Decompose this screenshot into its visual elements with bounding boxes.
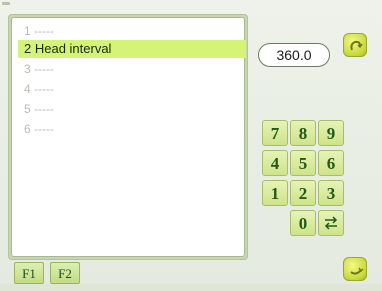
list-item[interactable]: 4 ----- bbox=[18, 80, 244, 98]
key-6[interactable]: 6 bbox=[318, 150, 344, 176]
key-8[interactable]: 8 bbox=[290, 120, 316, 146]
parameter-list-panel: 1 ----- 2 Head interval 3 ----- 4 ----- … bbox=[8, 14, 248, 260]
tab-f1[interactable]: F1 bbox=[14, 262, 44, 284]
enter-arrows-icon bbox=[324, 216, 338, 230]
list-item-selected[interactable]: 2 Head interval bbox=[18, 40, 246, 58]
value-display[interactable]: 360.0 bbox=[258, 43, 330, 67]
corner-mark bbox=[2, 2, 10, 5]
tab-f2[interactable]: F2 bbox=[50, 262, 80, 284]
back-curl-icon bbox=[350, 267, 364, 275]
list-item[interactable]: 3 ----- bbox=[18, 60, 244, 78]
key-2[interactable]: 2 bbox=[290, 180, 316, 206]
parameter-list: 1 ----- 2 Head interval 3 ----- 4 ----- … bbox=[12, 18, 246, 256]
enter-key[interactable] bbox=[318, 210, 344, 236]
confirm-button[interactable] bbox=[343, 33, 367, 57]
back-button[interactable] bbox=[343, 257, 367, 281]
key-9[interactable]: 9 bbox=[318, 120, 344, 146]
screen: 1 ----- 2 Head interval 3 ----- 4 ----- … bbox=[0, 0, 382, 291]
key-7[interactable]: 7 bbox=[262, 120, 288, 146]
list-item[interactable]: 5 ----- bbox=[18, 100, 244, 118]
list-item[interactable]: 1 ----- bbox=[18, 22, 244, 40]
list-item[interactable]: 6 ----- bbox=[18, 120, 244, 138]
bottom-bar bbox=[0, 284, 382, 291]
key-1[interactable]: 1 bbox=[262, 180, 288, 206]
key-3[interactable]: 3 bbox=[318, 180, 344, 206]
key-0[interactable]: 0 bbox=[290, 210, 316, 236]
confirm-curl-icon bbox=[350, 40, 363, 51]
key-4[interactable]: 4 bbox=[262, 150, 288, 176]
key-5[interactable]: 5 bbox=[290, 150, 316, 176]
